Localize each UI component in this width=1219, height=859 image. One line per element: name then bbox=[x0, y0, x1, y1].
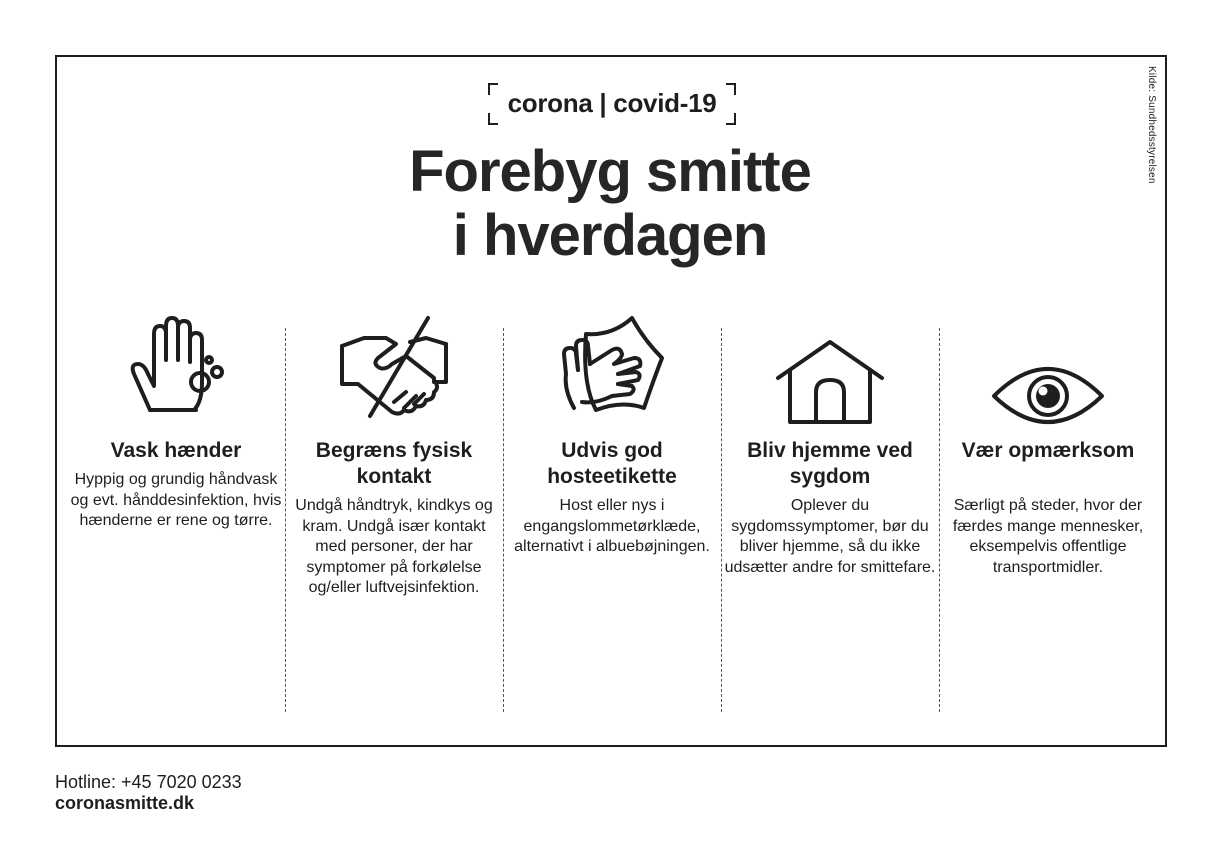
brand-logo: corona | covid-19 bbox=[488, 83, 736, 125]
tip-title: Udvis god hosteetikette bbox=[547, 439, 677, 488]
hotline-text: Hotline: +45 7020 0233 bbox=[55, 772, 242, 792]
tip-text: Oplever du sygdomssymptomer, bør du bliv… bbox=[724, 497, 936, 576]
tip-text: Hyppig og grundig håndvask og evt. håndd… bbox=[70, 471, 282, 529]
no-handshake-icon bbox=[340, 316, 448, 418]
tip-title: Bliv hjemme ved sygdom bbox=[747, 439, 913, 488]
page-title: Forebyg smitte i hverdagen bbox=[300, 140, 920, 268]
tip-text: Særligt på steder, hvor der færdes mange… bbox=[952, 497, 1144, 576]
tip-title: Vær opmærksom bbox=[961, 439, 1135, 462]
title-line-2: i hverdagen bbox=[452, 203, 769, 268]
brand-text: corona | covid-19 bbox=[507, 88, 717, 118]
tip-column-be-attentive: Vær opmærksom Særligt på steder, hvor de… bbox=[939, 312, 1157, 712]
source-credit: Kilde: Sundhedsstyrelsen bbox=[1146, 66, 1157, 184]
tissue-hand-icon bbox=[562, 316, 664, 412]
tip-text: Host eller nys i engangslommetørklæde, a… bbox=[514, 497, 710, 555]
title-line-1: Forebyg smitte bbox=[409, 139, 812, 204]
website-link[interactable]: coronasmitte.dk bbox=[55, 793, 194, 814]
tip-column-stay-home: Bliv hjemme ved sygdom Oplever du sygdom… bbox=[721, 312, 939, 712]
tip-column-cough-etiquette: Udvis god hosteetikette Host eller nys i… bbox=[503, 312, 721, 712]
tip-column-wash-hands: Vask hænder Hyppig og grundig håndvask o… bbox=[67, 312, 285, 712]
house-icon bbox=[776, 340, 884, 424]
tip-title: Vask hænder bbox=[110, 439, 242, 462]
hand-wash-icon bbox=[130, 316, 224, 412]
tip-column-limit-contact: Begræns fysisk kontakt Undgå håndtryk, k… bbox=[285, 312, 503, 712]
tip-title: Begræns fysisk kontakt bbox=[315, 439, 473, 488]
eye-icon bbox=[992, 367, 1104, 424]
tip-text: Undgå håndtryk, kindkys og kram. Undgå i… bbox=[295, 497, 493, 596]
